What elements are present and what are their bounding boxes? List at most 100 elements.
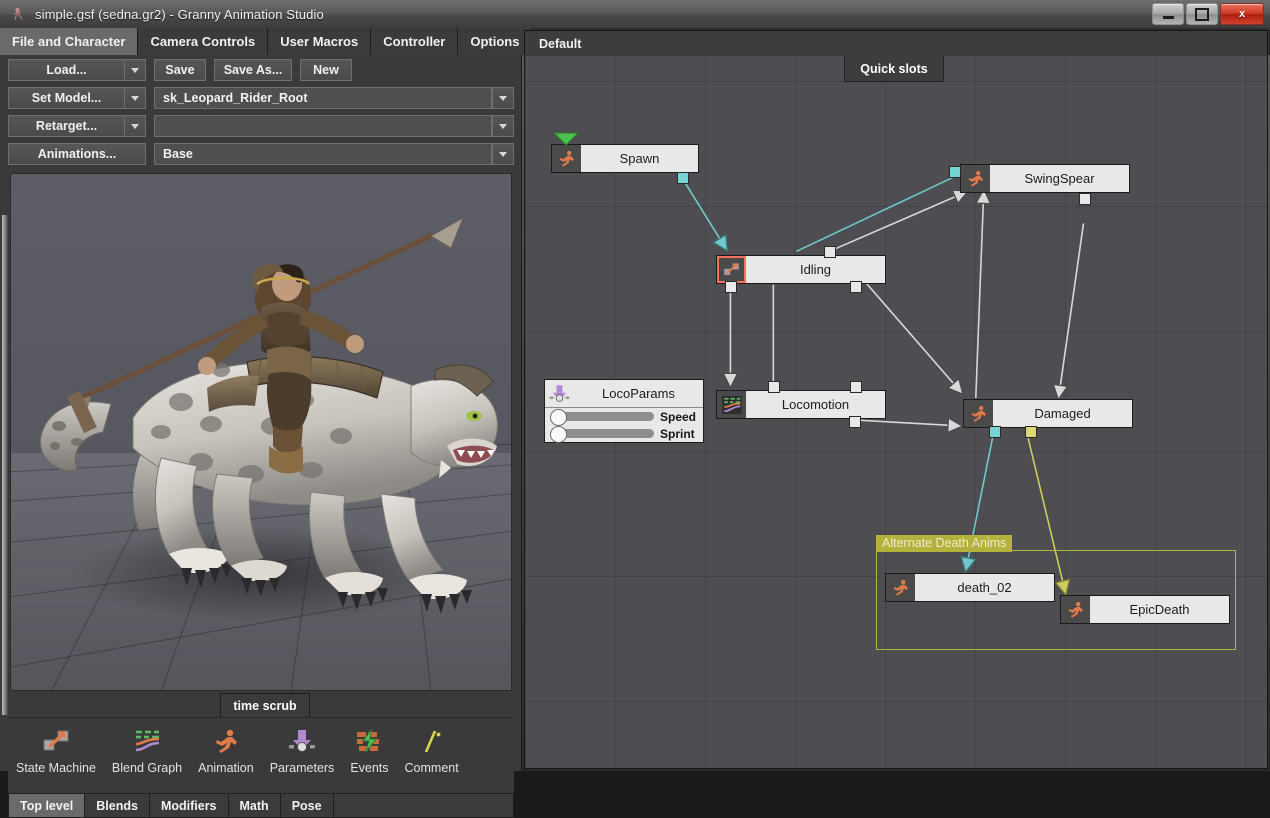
animations-button[interactable]: Animations... (8, 143, 146, 165)
palette-comment[interactable]: Comment (397, 724, 467, 775)
panel-splitter[interactable] (2, 215, 9, 715)
granny-animation-studio-window: simple.gsf (sedna.gr2) - Granny Animatio… (0, 0, 1270, 771)
palette-events-label: Events (350, 761, 388, 775)
menu-controller[interactable]: Controller (371, 28, 458, 55)
node-idling-label: Idling (746, 256, 885, 283)
node-locomotion[interactable]: Locomotion (716, 390, 886, 419)
close-button[interactable]: x (1220, 3, 1264, 25)
tab-pose[interactable]: Pose (280, 793, 333, 818)
palette-events[interactable]: Events (342, 724, 396, 775)
port-idling-bottom-right[interactable] (850, 281, 862, 293)
animations-value-field[interactable]: Base (154, 143, 492, 165)
node-palette: State Machine Blend Graph (8, 717, 514, 798)
file-row: Load... Save Save As... New (8, 59, 514, 81)
animation-icon (552, 145, 581, 172)
port-damaged-out-yellow[interactable] (1025, 426, 1037, 438)
time-scrub-tab[interactable]: time scrub (220, 693, 310, 718)
set-model-row: Set Model... sk_Leopard_Rider_Root (8, 87, 514, 109)
model-value-field[interactable]: sk_Leopard_Rider_Root (154, 87, 492, 109)
edge-idling-to-swingspear-cyan (796, 174, 961, 252)
3d-viewport[interactable] (10, 173, 512, 691)
tab-math[interactable]: Math (228, 793, 280, 818)
animations-row: Animations... Base (8, 143, 514, 165)
load-button[interactable]: Load... (8, 59, 124, 81)
set-model-dropdown-arrow[interactable] (124, 87, 146, 109)
maximize-button[interactable] (1186, 3, 1218, 25)
node-death02-label: death_02 (915, 574, 1054, 601)
node-locoparams[interactable]: LocoParams Speed Sprint (544, 379, 704, 443)
sprint-label: Sprint (660, 427, 695, 441)
retarget-field-dropdown-arrow[interactable] (492, 115, 514, 137)
animation-icon (1061, 596, 1090, 623)
model-field-dropdown-arrow[interactable] (492, 87, 514, 109)
port-spawn-out[interactable] (677, 172, 689, 184)
speed-slider[interactable] (551, 412, 654, 421)
group-title[interactable]: Alternate Death Anims (876, 535, 1012, 552)
port-damaged-out-cyan[interactable] (989, 426, 1001, 438)
retarget-dropdown-arrow[interactable] (124, 115, 146, 137)
quick-slots-tab[interactable]: Quick slots (844, 56, 944, 82)
blend-graph-icon (133, 724, 161, 758)
tab-top-level[interactable]: Top level (8, 793, 84, 818)
node-spawn-label: Spawn (581, 145, 698, 172)
graph-header: Default (525, 31, 1267, 56)
animations-field-dropdown-arrow[interactable] (492, 143, 514, 165)
state-machine-icon (717, 256, 746, 283)
set-model-button[interactable]: Set Model... (8, 87, 124, 109)
node-epicdeath[interactable]: EpicDeath (1060, 595, 1230, 624)
blend-graph-icon (717, 391, 746, 418)
edge-damaged-to-swingspear (976, 191, 984, 398)
title-bar: simple.gsf (sedna.gr2) - Granny Animatio… (0, 0, 1270, 28)
comment-icon (418, 724, 446, 758)
graph-canvas[interactable]: Quick slots (525, 56, 1267, 768)
retarget-value-field[interactable] (154, 115, 492, 137)
state-machine-icon (42, 724, 70, 758)
node-damaged[interactable]: Damaged (963, 399, 1133, 428)
node-spawn[interactable]: Spawn (551, 144, 699, 173)
port-idling-bottom-left[interactable] (725, 281, 737, 293)
menu-camera-controls[interactable]: Camera Controls (138, 28, 268, 55)
sprint-slider[interactable] (551, 429, 654, 438)
palette-parameters[interactable]: Parameters (262, 724, 343, 775)
port-idling-top-out[interactable] (824, 246, 836, 258)
locoparams-header: LocoParams (545, 380, 703, 408)
port-swingspear-out[interactable] (1079, 193, 1091, 205)
port-locomotion-top-mid[interactable] (768, 381, 780, 393)
tab-filler (333, 793, 514, 818)
node-swingspear-label: SwingSpear (990, 165, 1129, 192)
node-swingspear[interactable]: SwingSpear (960, 164, 1130, 193)
save-as-button[interactable]: Save As... (214, 59, 292, 81)
retarget-button[interactable]: Retarget... (8, 115, 124, 137)
animation-icon (886, 574, 915, 601)
save-button[interactable]: Save (154, 59, 206, 81)
minimize-button[interactable] (1152, 3, 1184, 25)
menu-file-and-character[interactable]: File and Character (0, 28, 138, 55)
palette-state-machine-label: State Machine (16, 761, 96, 775)
locoparams-slider-speed[interactable]: Speed (545, 408, 703, 425)
port-swingspear-in[interactable] (949, 166, 961, 178)
node-death02[interactable]: death_02 (885, 573, 1055, 602)
palette-animation[interactable]: Animation (190, 724, 262, 775)
speed-slider-knob[interactable] (550, 409, 567, 426)
palette-state-machine[interactable]: State Machine (8, 724, 104, 775)
node-damaged-label: Damaged (993, 400, 1132, 427)
palette-comment-label: Comment (405, 761, 459, 775)
animation-icon (212, 724, 240, 758)
port-locomotion-out[interactable] (849, 416, 861, 428)
tab-modifiers[interactable]: Modifiers (149, 793, 228, 818)
menu-options[interactable]: Options (458, 28, 532, 55)
node-epicdeath-label: EpicDeath (1090, 596, 1229, 623)
tab-blends[interactable]: Blends (84, 793, 149, 818)
palette-blend-graph[interactable]: Blend Graph (104, 724, 190, 775)
new-button[interactable]: New (300, 59, 352, 81)
node-idling[interactable]: Idling (716, 255, 886, 284)
category-tabs: Top level Blends Modifiers Math Pose (8, 793, 514, 818)
port-locomotion-top-right[interactable] (850, 381, 862, 393)
sprint-slider-knob[interactable] (550, 426, 567, 443)
menu-user-macros[interactable]: User Macros (268, 28, 371, 55)
window-title: simple.gsf (sedna.gr2) - Granny Animatio… (35, 7, 324, 22)
palette-animation-label: Animation (198, 761, 254, 775)
locoparams-slider-sprint[interactable]: Sprint (545, 425, 703, 442)
edge-idling-to-swingspear (829, 192, 967, 252)
load-dropdown-arrow[interactable] (124, 59, 146, 81)
